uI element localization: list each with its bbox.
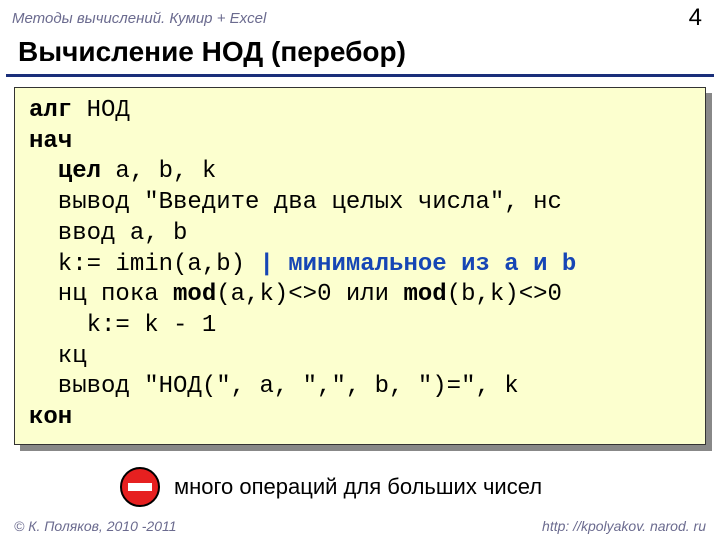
- code-text: (a,k)<>0 или: [216, 281, 403, 308]
- kw-nach: нач: [29, 128, 72, 155]
- note-row: много операций для больших чисел: [120, 467, 720, 507]
- code-text: НОД: [72, 97, 130, 124]
- code-comment: | минимальное из a и b: [259, 251, 576, 278]
- code-text: нц пока: [29, 281, 173, 308]
- slide-footer: © К. Поляков, 2010 -2011 http: //kpolyak…: [0, 518, 720, 534]
- code-text: вывод "НОД(", a, ",", b, ")=", k: [29, 373, 519, 400]
- kw-mod: mod: [173, 281, 216, 308]
- kw-kon: кон: [29, 404, 72, 431]
- kw-cel: цел: [58, 158, 101, 185]
- code-text: кц: [29, 343, 87, 370]
- code-text: k:= k - 1: [29, 312, 216, 339]
- note-text: много операций для больших чисел: [174, 474, 542, 500]
- course-title: Методы вычислений. Кумир + Excel: [12, 10, 266, 27]
- code-text: вывод "Введите два целых числа", нс: [29, 189, 562, 216]
- code-block: алг НОД нач цел a, b, k вывод "Введите д…: [14, 87, 706, 445]
- code-text: (b,k)<>0: [447, 281, 562, 308]
- kw-mod: mod: [403, 281, 446, 308]
- kw-alg: алг: [29, 97, 72, 124]
- slide-header: Методы вычислений. Кумир + Excel 4: [0, 0, 720, 34]
- no-entry-icon: [120, 467, 160, 507]
- code-text: a, b, k: [101, 158, 216, 185]
- footer-url: http: //kpolyakov. narod. ru: [542, 518, 706, 534]
- code-content: алг НОД нач цел a, b, k вывод "Введите д…: [14, 87, 706, 445]
- code-text: ввод a, b: [29, 220, 187, 247]
- page-number: 4: [689, 4, 708, 32]
- slide-title: Вычисление НОД (перебор): [6, 34, 714, 77]
- code-pad: [29, 158, 58, 185]
- code-text: k:= imin(a,b): [29, 251, 259, 278]
- copyright: © К. Поляков, 2010 -2011: [14, 518, 177, 534]
